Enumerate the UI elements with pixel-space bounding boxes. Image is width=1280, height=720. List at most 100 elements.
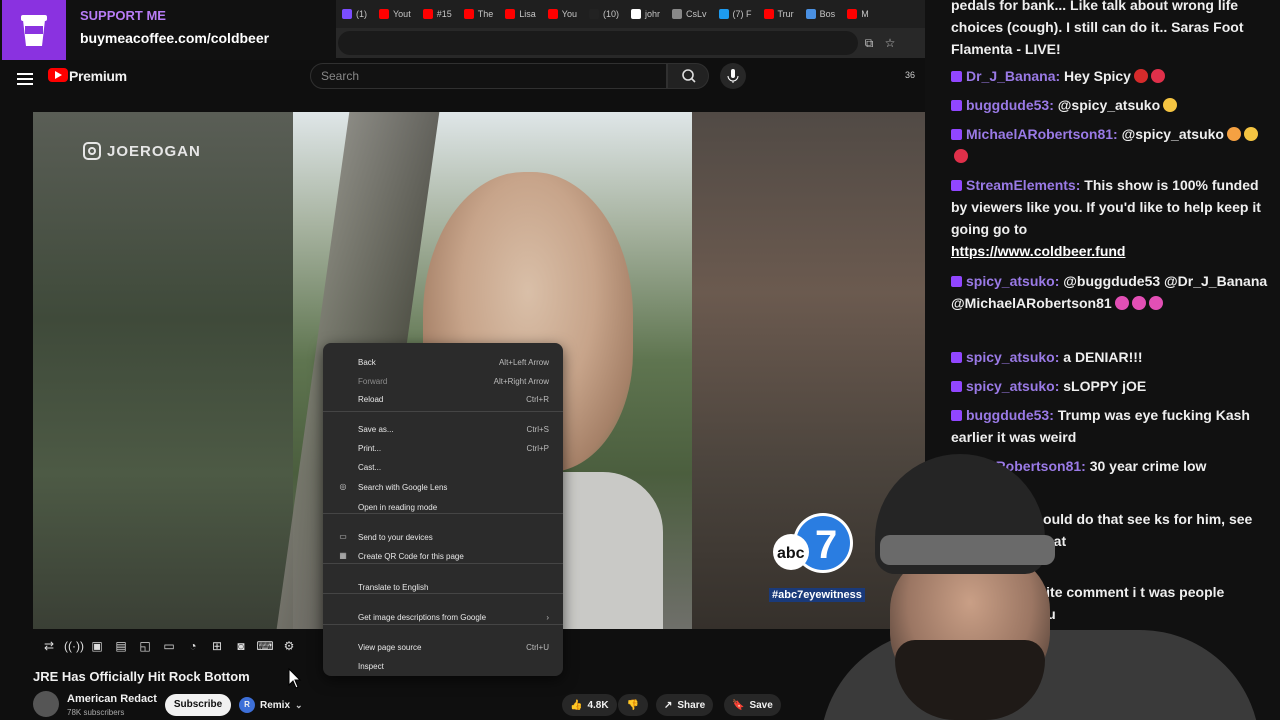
screenshot-icon[interactable]: ◙ [232,638,250,654]
blurred-background-left [33,112,293,629]
settings-gear-icon[interactable]: ⚙ [280,638,298,654]
context-menu-item[interactable]: Cast... [323,459,563,477]
youtube-brand[interactable]: Premium [69,68,127,84]
tab-label: The [477,9,494,19]
twitch-badge-icon [951,381,962,392]
menu-item-shortcut: Ctrl+U [526,643,549,652]
browser-tab[interactable]: CsLv [666,0,713,28]
browser-tab[interactable]: Bos [800,0,842,28]
clip-icon[interactable]: ▤ [112,638,130,654]
context-menu-item[interactable]: Inspect [323,658,563,676]
twitch-badge-icon [951,410,962,421]
context-menu-item[interactable]: Translate to English [323,579,563,597]
mix-icon[interactable]: ▣ [88,638,106,654]
menu-item-label: Search with Google Lens [358,483,448,492]
tab-favicon-icon [547,9,558,19]
browser-tab[interactable]: Trur [758,0,800,28]
chat-link[interactable]: https://www.coldbeer.fund [951,243,1125,259]
emoji-icon [1148,296,1163,310]
browser-tab[interactable]: Yout [373,0,417,28]
browser-tab[interactable]: johr [625,0,666,28]
search-button[interactable] [667,63,709,89]
tab-label: You [561,9,577,19]
menu-item-label: Send to your devices [358,533,433,542]
create-count[interactable]: 36 [905,70,915,80]
browser-tab[interactable]: The [458,0,500,28]
tab-favicon-icon [505,9,516,19]
save-button[interactable]: 🔖 Save [724,694,781,716]
context-menu-item[interactable]: Get image descriptions from Google › [323,609,563,627]
keyboard-icon[interactable]: ⌨ [256,638,274,654]
lens-icon: ◎ [339,482,347,491]
context-menu-item: Forward Alt+Right Arrow [323,373,563,391]
menu-item-shortcut: › [546,613,549,622]
menu-item-label: Translate to English [358,583,429,592]
speed-icon[interactable]: ◔ [184,638,202,654]
tab-label: (1) [356,9,367,19]
dislike-button[interactable]: 👎 [618,694,648,716]
url-field[interactable] [338,31,858,55]
context-menu-item[interactable]: View page source Ctrl+U [323,639,563,657]
chat-text: Hey Spicy [1064,68,1131,84]
thumbs-down-icon: 👎 [626,699,640,711]
browser-tab[interactable]: #15 [417,0,458,28]
audio-icon[interactable]: ((·)) [64,638,84,654]
chat-message: spicy_atsuko: a DENIAR!!! [951,346,1271,368]
menu-item-shortcut: Alt+Left Arrow [498,358,549,367]
mic-button[interactable] [720,63,746,89]
context-menu-item[interactable]: Print... Ctrl+P [323,440,563,458]
context-menu-item[interactable]: ▦ Create QR Code for this page [323,548,563,566]
browser-tab[interactable]: (7) F [713,0,758,28]
context-menu-item[interactable]: ◎ Search with Google Lens [323,479,563,497]
theater-icon[interactable]: ▭ [160,638,178,654]
channel-name[interactable]: American Redact [67,693,157,705]
context-menu: Back Alt+Left Arrow Forward Alt+Right Arrow… [323,343,563,676]
chat-message: MichaelARobertson81: @spicy_atsuko [951,123,1271,167]
tab-favicon-icon [847,9,858,19]
remix-icon: R [239,697,255,713]
video-title: JRE Has Officially Hit Rock Bottom [33,669,250,684]
chat-text: pedals for bank... Like talk about wrong… [951,0,1244,57]
thumbs-up-icon: 👍 [570,699,583,711]
menu-item-label: Inspect [358,662,384,671]
mic-icon [727,69,739,83]
chat-username: buggdude53: [966,407,1054,423]
remix-button[interactable]: R Remix ⌄ [239,697,303,713]
browser-tab[interactable]: You [542,0,583,28]
youtube-logo-icon[interactable] [48,68,68,82]
menu-item-shortcut: Ctrl+P [526,444,549,453]
context-menu-item[interactable]: Save as... Ctrl+S [323,421,563,439]
menu-item-shortcut: Ctrl+S [526,425,549,434]
subscribe-button[interactable]: Subscribe [165,694,231,716]
browser-tab[interactable]: (1) [336,0,373,28]
webcam-overlay [800,440,1280,720]
browser-tab[interactable]: Lisa [499,0,542,28]
emoji-icon [1131,296,1146,310]
chat-username: StreamElements: [966,177,1081,193]
tab-label: Yout [393,9,411,19]
menu-item-label: Cast... [358,463,382,472]
chat-text: sLOPPY jOE [1063,378,1147,394]
context-menu-item[interactable]: Back Alt+Left Arrow [323,354,563,372]
context-menu-item[interactable]: Open in reading mode [323,499,563,517]
like-button[interactable]: 👍 4.8K [562,694,617,716]
browser-tab[interactable]: M [841,0,875,28]
add-icon[interactable]: ⊞ [208,638,226,654]
install-icon[interactable]: ⧉ [861,35,877,51]
share-button[interactable]: ↗ Share [656,694,714,716]
chat-message: Dr_J_Banana: Hey Spicy [951,65,1271,87]
miniplayer-icon[interactable]: ◱ [136,638,154,654]
bookmark-star-icon[interactable]: ☆ [882,35,898,51]
twitch-badge-icon [951,180,962,191]
browser-tab[interactable]: (10) [583,0,625,28]
menu-item-label: Reload [358,395,384,404]
coffee-cup-icon [2,0,66,60]
hamburger-menu-icon[interactable] [17,70,33,86]
context-menu-item[interactable]: ▭ Send to your devices [323,529,563,547]
loop-icon[interactable]: ⇄ [40,638,58,654]
channel-avatar[interactable] [33,691,59,717]
context-menu-item[interactable]: Reload Ctrl+R [323,391,563,409]
tab-label: CsLv [685,9,707,19]
search-input[interactable]: Search [310,63,667,89]
address-bar: ⧉ ☆ [336,28,925,58]
